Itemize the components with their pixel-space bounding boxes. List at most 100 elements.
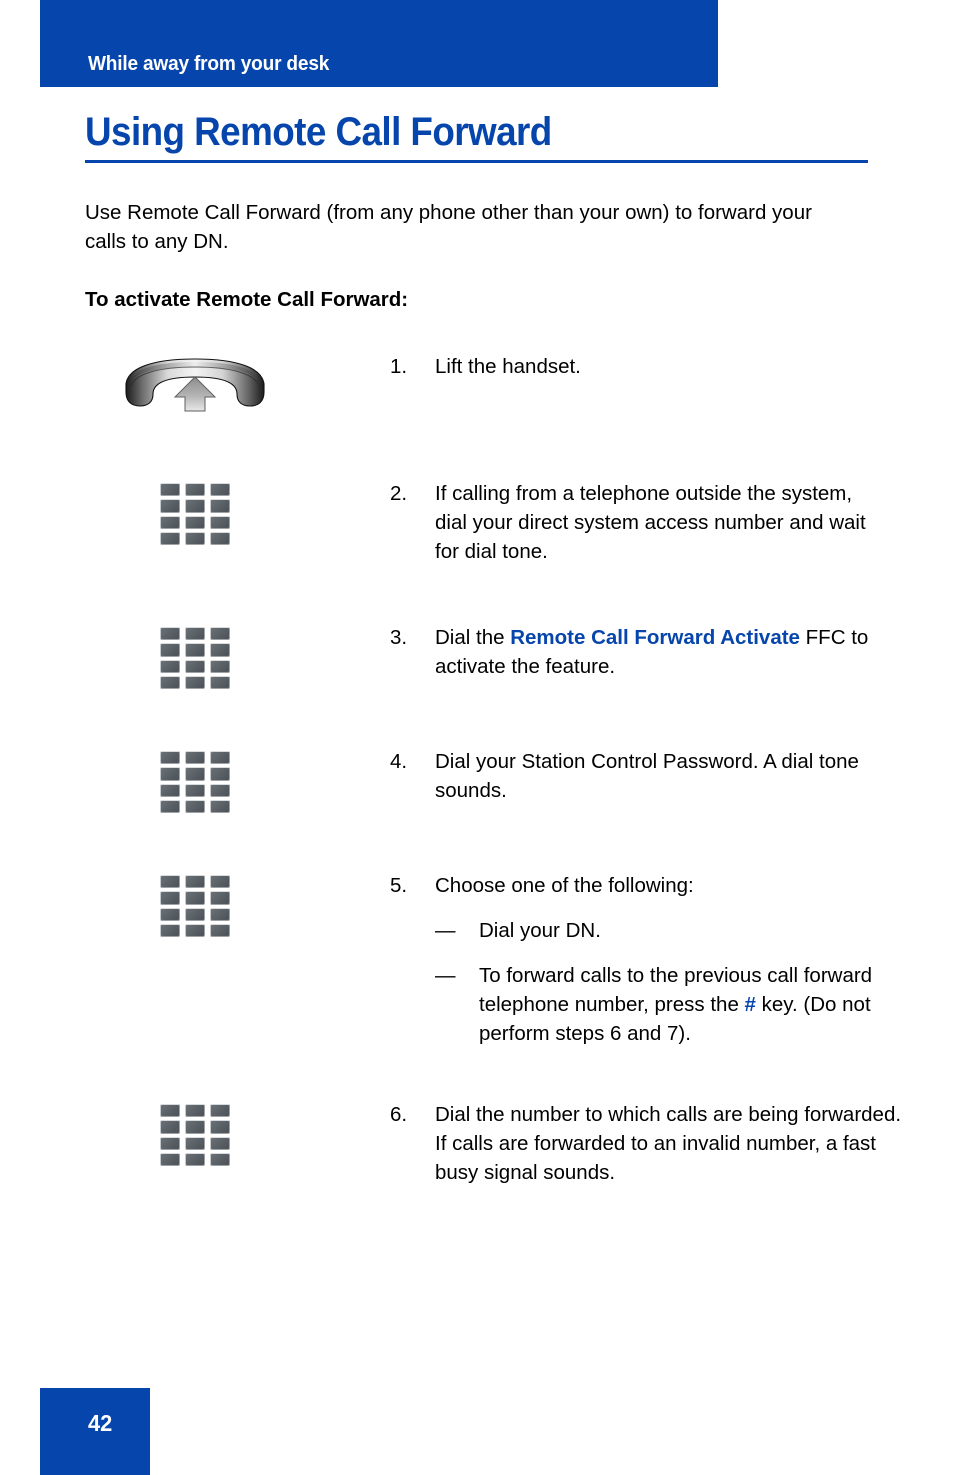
keypad-key: [210, 783, 230, 797]
step-5-text: Choose one of the following:: [435, 874, 694, 897]
step-4-icon-cell: [0, 747, 390, 813]
keypad-key: [210, 659, 230, 673]
keypad-key: [210, 907, 230, 921]
step-4-body: 4. Dial your Station Control Password. A…: [390, 747, 954, 805]
step-5-text-block: Choose one of the following: — Dial your…: [435, 871, 880, 1048]
keypad-key: [210, 675, 230, 689]
keypad-key: [160, 499, 180, 513]
keypad-key: [185, 531, 205, 545]
step-item-2: 2. If calling from a telephone outside t…: [0, 479, 954, 566]
keypad-key: [185, 483, 205, 497]
keypad-key: [210, 1120, 230, 1134]
keypad-key: [210, 515, 230, 529]
keypad-key: [185, 627, 205, 641]
keypad-key: [185, 1104, 205, 1118]
page-number: 42: [88, 1410, 113, 1436]
keypad-key: [160, 907, 180, 921]
step-1-body: 1. Lift the handset.: [390, 352, 954, 381]
step-5-icon-cell: [0, 871, 390, 937]
keypad-key: [160, 675, 180, 689]
step-3-text-before: Dial the: [435, 626, 511, 649]
step-item-1: 1. Lift the handset.: [0, 352, 954, 414]
step-6-body: 6. Dial the number to which calls are be…: [390, 1100, 954, 1187]
step-1-text: Lift the handset.: [435, 355, 581, 378]
keypad-key: [160, 751, 180, 765]
keypad-key: [160, 531, 180, 545]
section-header-label: While away from your desk: [88, 52, 330, 75]
keypad-key: [210, 875, 230, 889]
step-5-subitem-2-dash: —: [435, 964, 456, 987]
keypad-key: [185, 643, 205, 657]
title-underline-rule: [85, 160, 868, 163]
keypad-key: [210, 891, 230, 905]
step-2-icon-cell: [0, 479, 390, 545]
step-5-number: 5.: [390, 874, 408, 897]
step-6-icon-cell: [0, 1100, 390, 1166]
keypad-key: [210, 767, 230, 781]
step-3-feature-highlight: Remote Call Forward Activate: [510, 626, 800, 649]
step-3-icon-cell: [0, 623, 390, 689]
keypad-key: [160, 923, 180, 937]
step-3-text: Dial the Remote Call Forward Activate FF…: [435, 623, 880, 681]
keypad-icon: [160, 483, 230, 545]
step-1-icon-cell: [0, 352, 390, 414]
procedure-subheading: To activate Remote Call Forward:: [85, 288, 409, 311]
keypad-key: [160, 799, 180, 813]
step-4-number: 4.: [390, 750, 408, 773]
keypad-key: [185, 499, 205, 513]
intro-paragraph: Use Remote Call Forward (from any phone …: [85, 201, 812, 253]
keypad-key: [210, 483, 230, 497]
step-5-body: 5. Choose one of the following: — Dial y…: [390, 871, 954, 1048]
keypad-key: [160, 1152, 180, 1166]
step-5-subitem-1-dash: —: [435, 919, 456, 942]
step-2-body: 2. If calling from a telephone outside t…: [390, 479, 954, 566]
keypad-key: [160, 1136, 180, 1150]
keypad-icon: [160, 875, 230, 937]
step-2-text: If calling from a telephone outside the …: [435, 482, 866, 563]
keypad-key: [185, 923, 205, 937]
keypad-key: [185, 751, 205, 765]
keypad-key: [210, 499, 230, 513]
keypad-key: [185, 1152, 205, 1166]
keypad-key: [210, 643, 230, 657]
footer-page-box: 42: [40, 1388, 150, 1475]
step-item-6: 6. Dial the number to which calls are be…: [0, 1100, 954, 1187]
keypad-key: [210, 751, 230, 765]
keypad-key: [185, 799, 205, 813]
keypad-key: [185, 767, 205, 781]
keypad-key: [185, 783, 205, 797]
keypad-key: [160, 515, 180, 529]
step-5-sublist: — Dial your DN. — To forward calls to th…: [435, 916, 880, 1048]
step-5-subitem-2-text: To forward calls to the previous call fo…: [479, 961, 879, 1048]
pound-key-highlight: #: [744, 993, 756, 1016]
keypad-key: [210, 531, 230, 545]
keypad-key: [160, 643, 180, 657]
step-3-number: 3.: [390, 626, 408, 649]
keypad-key: [160, 659, 180, 673]
keypad-key: [185, 1136, 205, 1150]
keypad-key: [160, 1120, 180, 1134]
keypad-icon: [160, 751, 230, 813]
step-1-number: 1.: [390, 355, 408, 378]
step-5-subitem-1-text: Dial your DN.: [479, 919, 601, 942]
keypad-key: [160, 783, 180, 797]
keypad-key: [210, 627, 230, 641]
step-6-number: 6.: [390, 1103, 408, 1126]
keypad-icon: [160, 627, 230, 689]
keypad-key: [210, 1136, 230, 1150]
keypad-key: [210, 1104, 230, 1118]
keypad-key: [160, 767, 180, 781]
keypad-key: [210, 923, 230, 937]
step-3-body: 3. Dial the Remote Call Forward Activate…: [390, 623, 954, 681]
keypad-key: [160, 483, 180, 497]
procedure-steps-list: 1. Lift the handset. 2. If calling from …: [0, 352, 954, 1187]
step-item-3: 3. Dial the Remote Call Forward Activate…: [0, 623, 954, 689]
handset-lift-icon: [125, 358, 265, 412]
keypad-key: [160, 891, 180, 905]
keypad-key: [185, 1120, 205, 1134]
section-header-bar: While away from your desk: [40, 0, 718, 87]
step-item-5: 5. Choose one of the following: — Dial y…: [0, 871, 954, 1048]
keypad-key: [185, 907, 205, 921]
step-5-subitem-2: — To forward calls to the previous call …: [435, 961, 880, 1048]
keypad-key: [185, 875, 205, 889]
